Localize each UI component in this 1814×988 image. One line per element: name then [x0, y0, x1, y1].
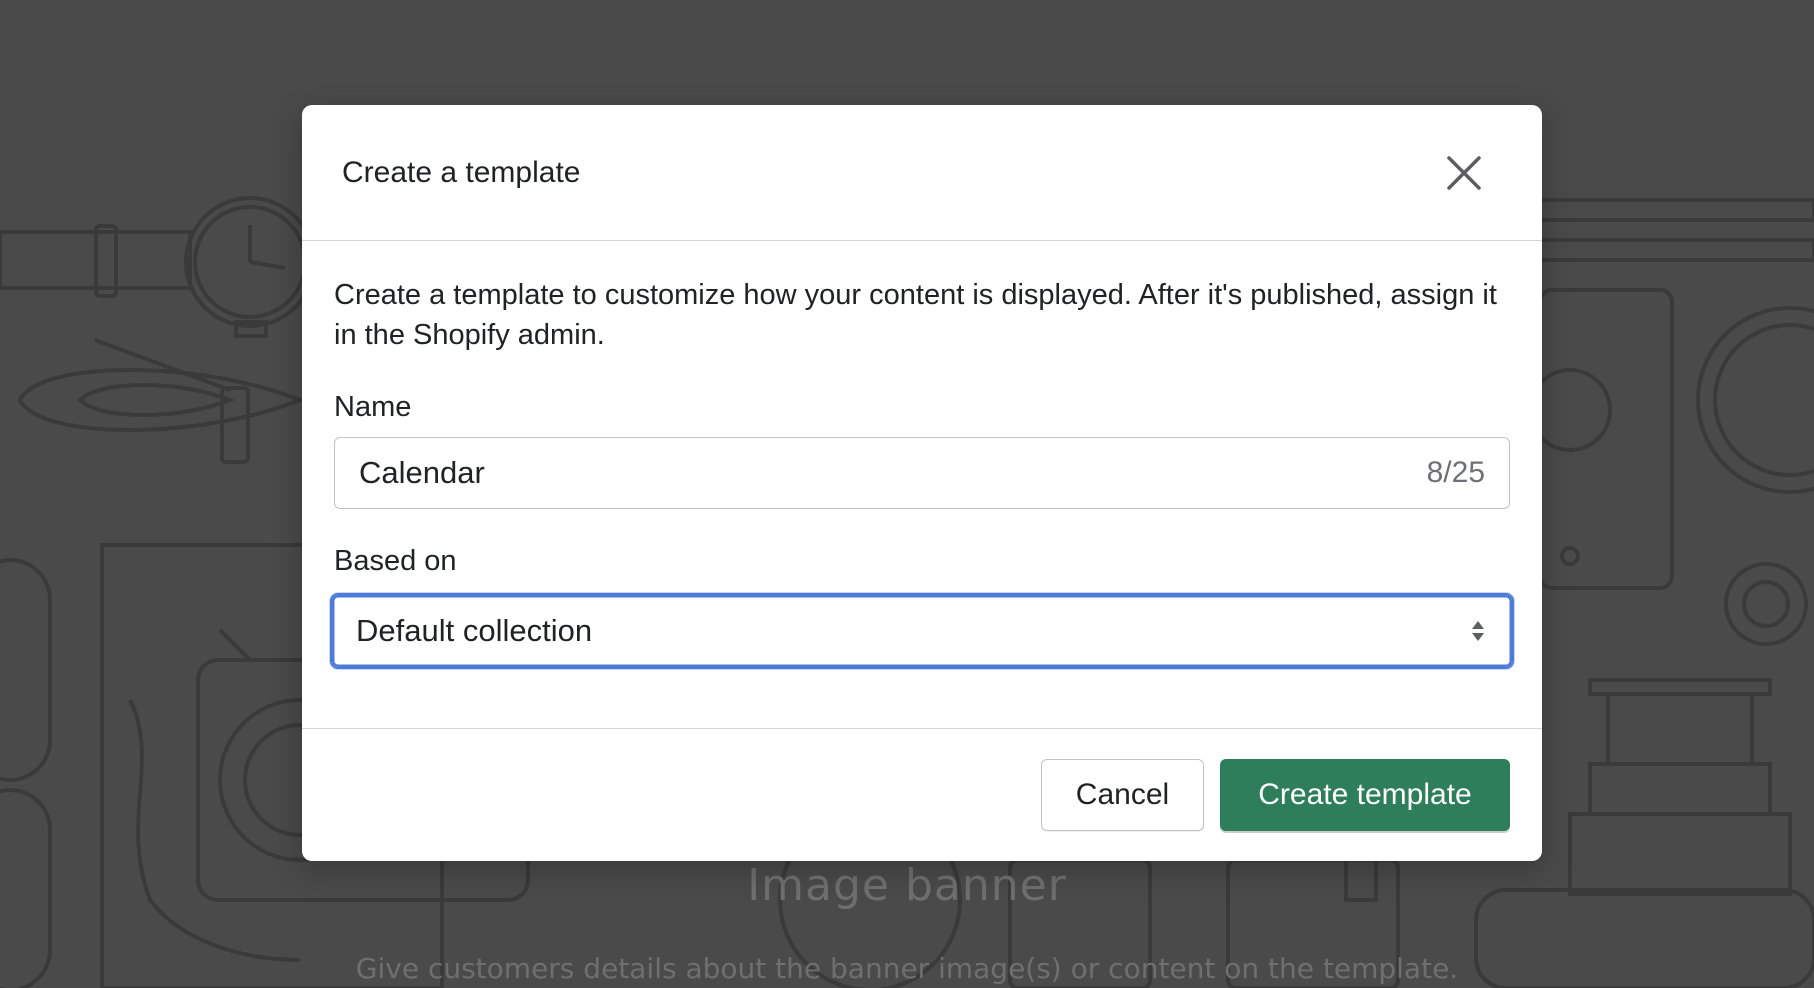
- modal-body: Create a template to customize how your …: [302, 241, 1542, 729]
- name-label: Name: [334, 391, 412, 423]
- close-icon: [1447, 155, 1481, 190]
- based-on-select[interactable]: Default collection: [330, 593, 1514, 669]
- name-input-value: Calendar: [359, 455, 485, 490]
- create-template-button[interactable]: Create template: [1220, 759, 1510, 831]
- background-title: Image banner: [747, 860, 1067, 911]
- character-count: 8/25: [1426, 456, 1485, 489]
- modal-description: Create a template to customize how your …: [334, 279, 1497, 351]
- cancel-button[interactable]: Cancel: [1041, 759, 1204, 831]
- select-arrows-icon: [1472, 621, 1484, 641]
- modal-title: Create a template: [342, 155, 581, 189]
- name-input[interactable]: Calendar 8/25: [334, 437, 1510, 509]
- based-on-selected-value: Default collection: [356, 613, 593, 648]
- close-button[interactable]: [1440, 149, 1488, 197]
- based-on-label: Based on: [334, 545, 457, 577]
- modal-header: Create a template: [302, 105, 1542, 241]
- create-template-modal: Create a template Create a template to c…: [302, 105, 1542, 861]
- background-subtitle: Give customers details about the banner …: [355, 952, 1459, 985]
- modal-footer: Cancel Create template: [302, 729, 1542, 861]
